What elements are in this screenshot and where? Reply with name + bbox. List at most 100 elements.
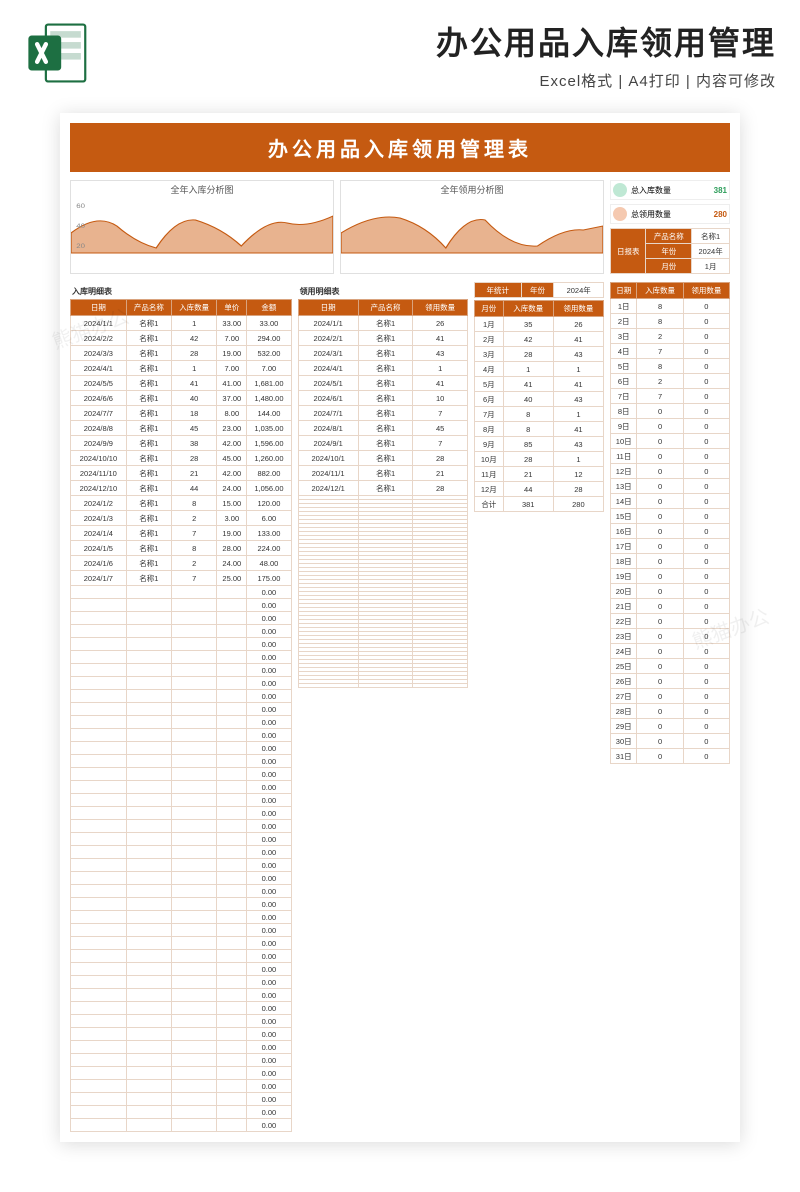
- table-row[interactable]: 2024/9/1名称17: [298, 436, 467, 451]
- table-row[interactable]: 2024/4/1名称117.007.00: [71, 361, 292, 376]
- table-row[interactable]: 2024/1/7名称1725.00175.00: [71, 571, 292, 586]
- table-row[interactable]: 8日00: [611, 404, 730, 419]
- table-row[interactable]: 26日00: [611, 674, 730, 689]
- table-row[interactable]: 2024/7/7名称1188.00144.00: [71, 406, 292, 421]
- table-row[interactable]: 6日20: [611, 374, 730, 389]
- table-row[interactable]: 0.00: [71, 1106, 292, 1119]
- table-row[interactable]: 2024/2/1名称141: [298, 331, 467, 346]
- table-row[interactable]: 2024/1/1名称1133.0033.00: [71, 316, 292, 331]
- table-row[interactable]: 0.00: [71, 1093, 292, 1106]
- table-row[interactable]: 0.00: [71, 846, 292, 859]
- table-row[interactable]: 2024/6/6名称14037.001,480.00: [71, 391, 292, 406]
- table-row[interactable]: 2024/10/10名称12845.001,260.00: [71, 451, 292, 466]
- table-row[interactable]: 0.00: [71, 989, 292, 1002]
- table-row[interactable]: 2024/12/10名称14424.001,056.00: [71, 481, 292, 496]
- table-row[interactable]: 28日00: [611, 704, 730, 719]
- table-row[interactable]: 2日80: [611, 314, 730, 329]
- table-row[interactable]: 3月2843: [475, 347, 604, 362]
- table-row[interactable]: 2024/12/1名称128: [298, 481, 467, 496]
- table-row[interactable]: 0.00: [71, 716, 292, 729]
- table-row[interactable]: 0.00: [71, 781, 292, 794]
- table-row[interactable]: 0.00: [71, 729, 292, 742]
- table-row[interactable]: 12月4428: [475, 482, 604, 497]
- table-row[interactable]: 2024/11/10名称12142.00882.00: [71, 466, 292, 481]
- table-row[interactable]: 0.00: [71, 833, 292, 846]
- table-row[interactable]: 9日00: [611, 419, 730, 434]
- table-row[interactable]: 7月81: [475, 407, 604, 422]
- table-row[interactable]: 20日00: [611, 584, 730, 599]
- monthly-table[interactable]: 月份入库数量领用数量 1月35262月42413月28434月115月41416…: [474, 300, 604, 512]
- daily-table[interactable]: 日期入库数量领用数量 1日802日803日204日705日806日207日708…: [610, 282, 730, 764]
- table-row[interactable]: 2024/1/1名称126: [298, 316, 467, 331]
- table-row[interactable]: 2024/3/3名称12819.00532.00: [71, 346, 292, 361]
- table-row[interactable]: 12日00: [611, 464, 730, 479]
- table-row[interactable]: 2024/8/8名称14523.001,035.00: [71, 421, 292, 436]
- table-row[interactable]: 2024/1/4名称1719.00133.00: [71, 526, 292, 541]
- table-row[interactable]: 4月11: [475, 362, 604, 377]
- table-row[interactable]: 2024/6/1名称110: [298, 391, 467, 406]
- table-row[interactable]: 2024/10/1名称128: [298, 451, 467, 466]
- table-row[interactable]: 2024/5/1名称141: [298, 376, 467, 391]
- table-row[interactable]: 0.00: [71, 898, 292, 911]
- table-row[interactable]: 2024/8/1名称145: [298, 421, 467, 436]
- table-row[interactable]: 9月8543: [475, 437, 604, 452]
- table-row[interactable]: 0.00: [71, 638, 292, 651]
- table-row[interactable]: 0.00: [71, 872, 292, 885]
- table-row[interactable]: 2024/1/6名称1224.0048.00: [71, 556, 292, 571]
- table-row[interactable]: 7日70: [611, 389, 730, 404]
- table-row[interactable]: 2024/7/1名称17: [298, 406, 467, 421]
- table-row[interactable]: 0.00: [71, 1028, 292, 1041]
- table-row[interactable]: 13日00: [611, 479, 730, 494]
- table-row[interactable]: 2024/3/1名称143: [298, 346, 467, 361]
- table-row[interactable]: 0.00: [71, 820, 292, 833]
- table-row[interactable]: 2024/4/1名称11: [298, 361, 467, 376]
- table-row[interactable]: 16日00: [611, 524, 730, 539]
- table-row[interactable]: 1日80: [611, 299, 730, 314]
- table-row[interactable]: 0.00: [71, 963, 292, 976]
- table-row[interactable]: 1月3526: [475, 317, 604, 332]
- table-row[interactable]: 30日00: [611, 734, 730, 749]
- table-row[interactable]: 8月841: [475, 422, 604, 437]
- table-row[interactable]: 0.00: [71, 768, 292, 781]
- table-row[interactable]: 0.00: [71, 1015, 292, 1028]
- table-row[interactable]: 11月2112: [475, 467, 604, 482]
- table-row[interactable]: 2024/5/5名称14141.001,681.00: [71, 376, 292, 391]
- table-row[interactable]: 0.00: [71, 911, 292, 924]
- table-row[interactable]: 2024/9/9名称13842.001,596.00: [71, 436, 292, 451]
- table-row[interactable]: 22日00: [611, 614, 730, 629]
- table-row[interactable]: 10月281: [475, 452, 604, 467]
- table-row[interactable]: 10日00: [611, 434, 730, 449]
- table-row[interactable]: 0.00: [71, 755, 292, 768]
- table-row[interactable]: 0.00: [71, 651, 292, 664]
- table-row[interactable]: 0.00: [71, 1080, 292, 1093]
- table-row[interactable]: 6月4043: [475, 392, 604, 407]
- table-row[interactable]: 2024/1/3名称123.006.00: [71, 511, 292, 526]
- table-row[interactable]: 15日00: [611, 509, 730, 524]
- table-row[interactable]: 5日80: [611, 359, 730, 374]
- table-row[interactable]: 0.00: [71, 625, 292, 638]
- table-row[interactable]: 2月4241: [475, 332, 604, 347]
- table-row[interactable]: 0.00: [71, 690, 292, 703]
- table-row[interactable]: 0.00: [71, 742, 292, 755]
- table-row[interactable]: 0.00: [71, 586, 292, 599]
- table-row[interactable]: 2024/2/2名称1427.00294.00: [71, 331, 292, 346]
- table-row[interactable]: 0.00: [71, 703, 292, 716]
- table-row[interactable]: 合计381280: [475, 497, 604, 512]
- table-row[interactable]: 25日00: [611, 659, 730, 674]
- table-row[interactable]: 19日00: [611, 569, 730, 584]
- table-row[interactable]: 0.00: [71, 859, 292, 872]
- table-row[interactable]: 27日00: [611, 689, 730, 704]
- table-row[interactable]: 0.00: [71, 924, 292, 937]
- table-row[interactable]: 4日70: [611, 344, 730, 359]
- table-row[interactable]: 23日00: [611, 629, 730, 644]
- table-row[interactable]: 0.00: [71, 677, 292, 690]
- table-row[interactable]: 31日00: [611, 749, 730, 764]
- table-row[interactable]: 2024/1/5名称1828.00224.00: [71, 541, 292, 556]
- table-row[interactable]: 0.00: [71, 807, 292, 820]
- table-row[interactable]: 3日20: [611, 329, 730, 344]
- table-row[interactable]: 17日00: [611, 539, 730, 554]
- table-row[interactable]: 18日00: [611, 554, 730, 569]
- table-row[interactable]: 0.00: [71, 794, 292, 807]
- table-row[interactable]: 0.00: [71, 612, 292, 625]
- table-row[interactable]: 5月4141: [475, 377, 604, 392]
